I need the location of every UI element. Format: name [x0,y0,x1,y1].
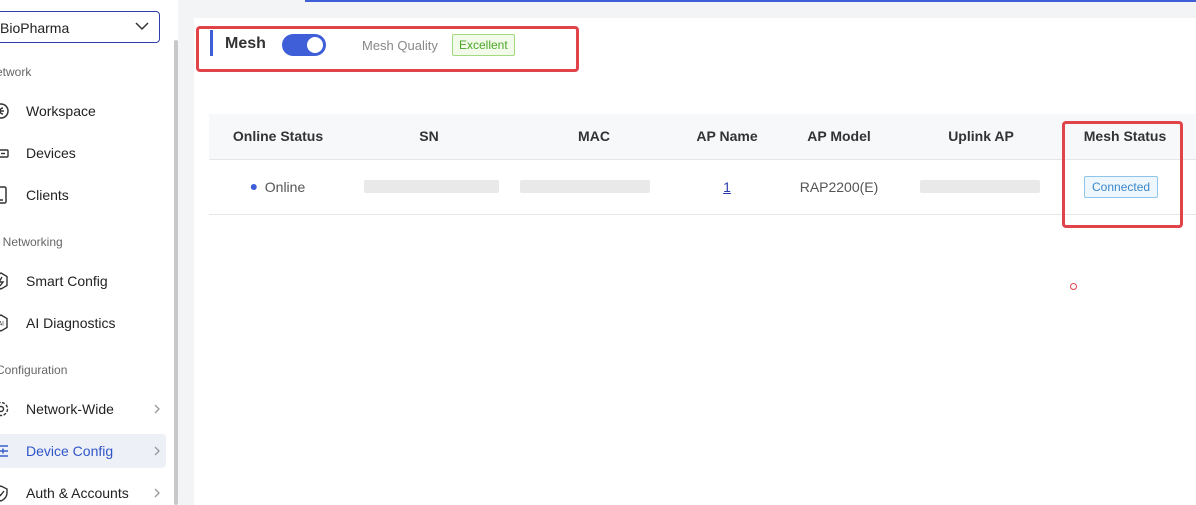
chevron-right-icon [154,488,160,498]
section-configuration: Configuration [0,363,68,377]
sidebar-item-devices[interactable]: Devices [0,136,166,170]
sidebar-item-label: Workspace [26,103,96,119]
chevron-right-icon [154,446,160,456]
sidebar-item-label: Devices [26,145,76,161]
ap-name-link[interactable]: 1 [723,179,731,195]
col-sn: SN [419,128,439,144]
sidebar-item-ai-diagnostics[interactable]: AI AI Diagnostics [0,306,166,340]
cell-uplink-redacted [920,180,1040,193]
sidebar-item-auth-accounts[interactable]: Auth & Accounts [0,476,166,505]
sidebar-item-workspace[interactable]: Workspace [0,94,166,128]
sidebar-item-label: Network-Wide [26,401,114,417]
main-panel: Mesh Mesh Quality Excellent Online Statu… [194,18,1196,505]
col-mac: MAC [578,128,610,144]
sidebar-item-label: Clients [26,187,69,203]
shield-icon [0,485,8,502]
col-ap-model: AP Model [807,128,871,144]
online-dot [250,184,257,191]
workspace-icon [0,103,9,119]
sidebar-item-network-wide[interactable]: Network-Wide [0,392,166,426]
online-status-text: Online [264,179,306,195]
org-select-value: BioPharma [0,20,70,36]
smart-config-icon [0,272,8,290]
clients-icon [0,186,7,204]
svg-text:AI: AI [0,321,4,328]
highlight-mesh-header [196,26,579,72]
col-ap-name: AP Name [696,128,758,144]
cell-online-status: Online [250,179,306,195]
cell-sn-redacted [364,180,499,193]
gear-icon [0,401,9,417]
sliders-icon [0,445,8,457]
cell-ap-name: 1 [723,179,731,195]
org-select[interactable]: BioPharma [0,11,160,43]
sidebar-item-label: Auth & Accounts [26,485,129,501]
table-row[interactable]: Online 1 RAP2200(E) Connected [209,159,1196,215]
top-accent-line [305,0,1196,2]
sidebar: BioPharma etwork Workspace Devices Clien… [0,0,178,505]
cell-mac-redacted [520,180,650,193]
sidebar-item-device-config[interactable]: Device Config [0,434,166,468]
sidebar-item-label: Smart Config [26,273,108,289]
section-ai-networking: I Networking [0,235,63,249]
sidebar-item-label: AI Diagnostics [26,315,116,331]
sidebar-item-clients[interactable]: Clients [0,178,166,212]
sidebar-item-smart-config[interactable]: Smart Config [0,264,166,298]
cell-ap-model: RAP2200(E) [799,179,879,195]
highlight-mesh-status [1062,121,1183,228]
col-uplink-ap: Uplink AP [948,128,1014,144]
ai-diagnostics-icon: AI [0,314,8,332]
chevron-down-icon [135,22,149,31]
col-online-status: Online Status [232,128,324,144]
sidebar-item-label: Device Config [26,443,114,459]
cursor-marker [1070,283,1077,290]
table-header: Online Status SN MAC AP Name AP Model Up… [209,114,1196,160]
chevron-right-icon [154,404,160,414]
sidebar-scrollbar[interactable] [174,40,178,505]
section-network: etwork [0,65,32,79]
devices-icon [0,149,9,158]
